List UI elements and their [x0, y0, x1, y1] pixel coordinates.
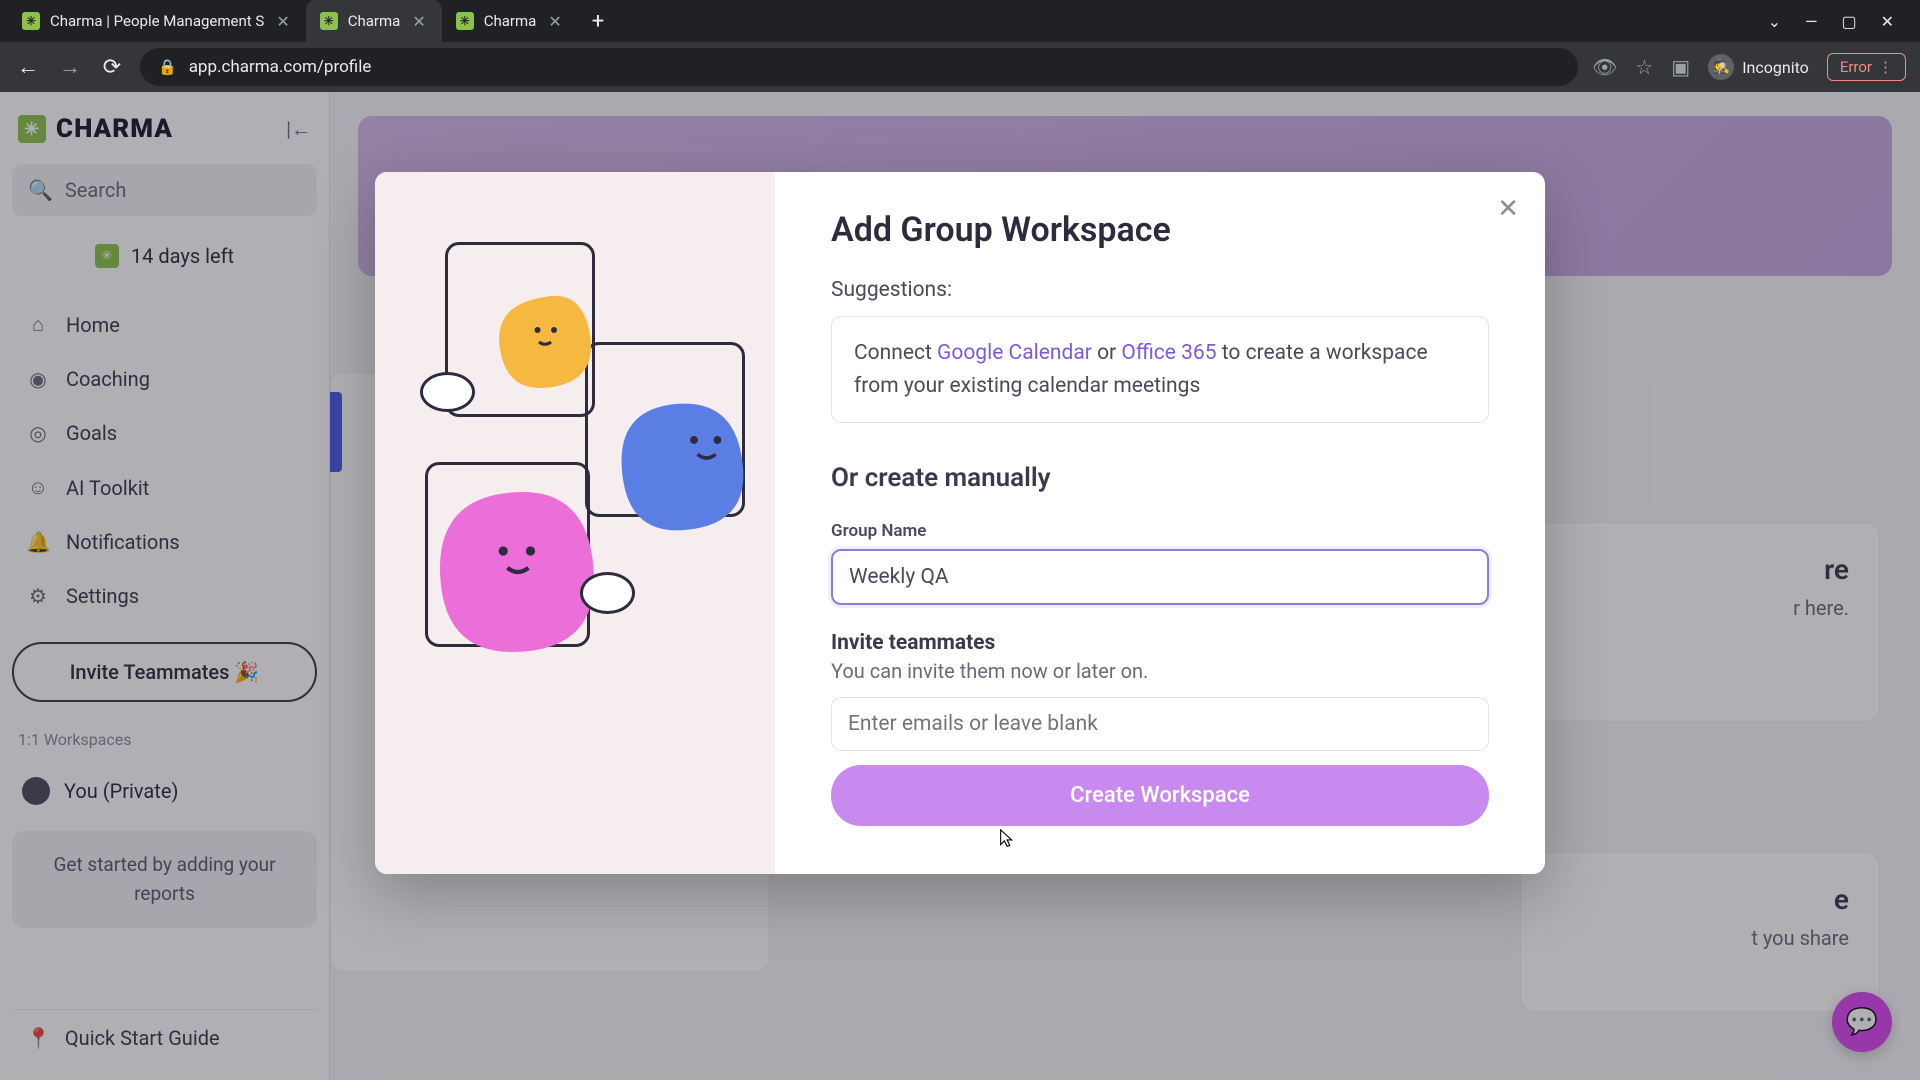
tab-title: Charma [348, 12, 401, 30]
favicon-icon: ✳ [456, 12, 474, 30]
bookmark-icon[interactable]: ☆ [1635, 55, 1653, 79]
browser-tab-0[interactable]: ✳ Charma | People Management S ✕ [8, 0, 306, 42]
tab-bar: ✳ Charma | People Management S ✕ ✳ Charm… [0, 0, 1920, 42]
maximize-icon[interactable]: ▢ [1841, 12, 1856, 31]
add-workspace-modal: ✕ Add Group Workspace Suggestions: Conne… [375, 172, 1545, 874]
group-name-label: Group Name [831, 521, 1489, 541]
kebab-icon: ⋮ [1878, 58, 1893, 76]
error-label: Error [1840, 58, 1872, 76]
invite-teammates-subtext: You can invite them now or later on. [831, 659, 1489, 683]
cursor-icon [997, 828, 1019, 850]
incognito-label: Incognito [1742, 58, 1809, 77]
suggest-text: or [1092, 341, 1122, 365]
app-viewport: ✳ CHARMA |← 🔍 Search ✳ 14 days left ⌂ Ho… [0, 92, 1920, 1080]
favicon-icon: ✳ [22, 12, 40, 30]
group-name-input[interactable] [831, 549, 1489, 605]
modal-close-button[interactable]: ✕ [1497, 194, 1519, 224]
lock-icon: 🔒 [158, 58, 177, 76]
tabs-dropdown-icon[interactable]: ⌄ [1768, 12, 1781, 31]
minimize-icon[interactable]: — [1805, 12, 1818, 31]
invite-emails-input[interactable] [831, 697, 1489, 751]
modal-overlay[interactable]: ✕ Add Group Workspace Suggestions: Conne… [0, 92, 1920, 1080]
address-bar: ← → ⟳ 🔒 app.charma.com/profile 👁 ☆ ▣ 🕵 I… [0, 42, 1920, 92]
office-365-link[interactable]: Office 365 [1121, 341, 1216, 365]
google-calendar-link[interactable]: Google Calendar [937, 341, 1092, 365]
modal-illustration-panel [375, 172, 775, 874]
invite-teammates-label: Invite teammates [831, 631, 1489, 655]
browser-chrome: ✳ Charma | People Management S ✕ ✳ Charm… [0, 0, 1920, 92]
manual-section-title: Or create manually [831, 463, 1489, 493]
favicon-icon: ✳ [320, 12, 338, 30]
tab-title: Charma [484, 12, 537, 30]
close-icon[interactable]: ✕ [274, 12, 291, 31]
panel-icon[interactable]: ▣ [1671, 55, 1690, 79]
url-field[interactable]: 🔒 app.charma.com/profile [140, 48, 1578, 86]
create-label: Create Workspace [1070, 783, 1250, 808]
group-illustration [405, 232, 745, 652]
suggestions-box: Connect Google Calendar or Office 365 to… [831, 316, 1489, 423]
error-badge[interactable]: Error ⋮ [1827, 53, 1906, 81]
tab-title: Charma | People Management S [50, 12, 264, 30]
incognito-icon: 🕵 [1708, 54, 1734, 80]
eye-off-icon[interactable]: 👁 [1592, 55, 1617, 79]
browser-tab-2[interactable]: ✳ Charma ✕ [442, 0, 578, 42]
suggestions-label: Suggestions: [831, 278, 1489, 302]
close-icon[interactable]: ✕ [410, 12, 427, 31]
incognito-badge[interactable]: 🕵 Incognito [1708, 54, 1809, 80]
forward-button[interactable]: → [56, 54, 84, 80]
browser-tab-1[interactable]: ✳ Charma ✕ [306, 0, 442, 42]
window-controls: ⌄ — ▢ ✕ [1750, 12, 1912, 31]
close-icon[interactable]: ✕ [546, 12, 563, 31]
close-window-icon[interactable]: ✕ [1881, 12, 1894, 31]
reload-button[interactable]: ⟳ [98, 55, 126, 80]
create-workspace-button[interactable]: Create Workspace [831, 765, 1489, 826]
modal-form-panel: ✕ Add Group Workspace Suggestions: Conne… [775, 172, 1545, 874]
back-button[interactable]: ← [14, 54, 42, 80]
url-text: app.charma.com/profile [189, 57, 372, 77]
new-tab-button[interactable]: + [578, 9, 618, 34]
modal-title: Add Group Workspace [831, 210, 1489, 250]
suggest-text: Connect [854, 341, 937, 365]
